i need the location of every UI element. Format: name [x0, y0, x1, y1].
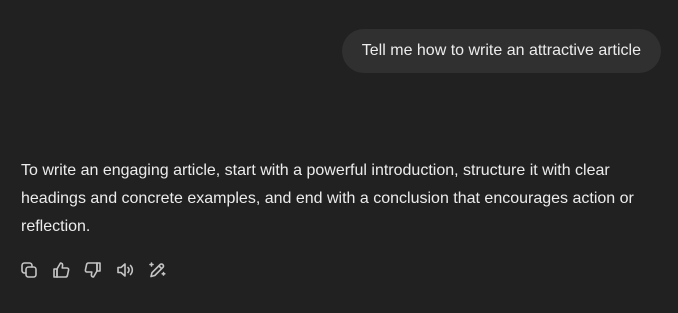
thumbs-up-icon: [51, 260, 71, 280]
edit-in-canvas-icon: [147, 260, 167, 280]
good-response-button[interactable]: [51, 258, 83, 282]
user-message-text: Tell me how to write an attractive artic…: [361, 42, 641, 59]
chat-page: Tell me how to write an attractive artic…: [0, 0, 678, 313]
message-action-bar: [19, 258, 179, 282]
copy-button[interactable]: [19, 258, 51, 282]
user-message-bubble: Tell me how to write an attractive artic…: [341, 29, 661, 73]
bad-response-button[interactable]: [83, 258, 115, 282]
edit-in-canvas-button[interactable]: [147, 258, 179, 282]
read-aloud-button[interactable]: [115, 258, 147, 282]
read-aloud-icon: [115, 260, 135, 280]
copy-icon: [19, 260, 39, 280]
thumbs-down-icon: [83, 260, 103, 280]
assistant-message-text: To write an engaging article, start with…: [21, 162, 634, 235]
